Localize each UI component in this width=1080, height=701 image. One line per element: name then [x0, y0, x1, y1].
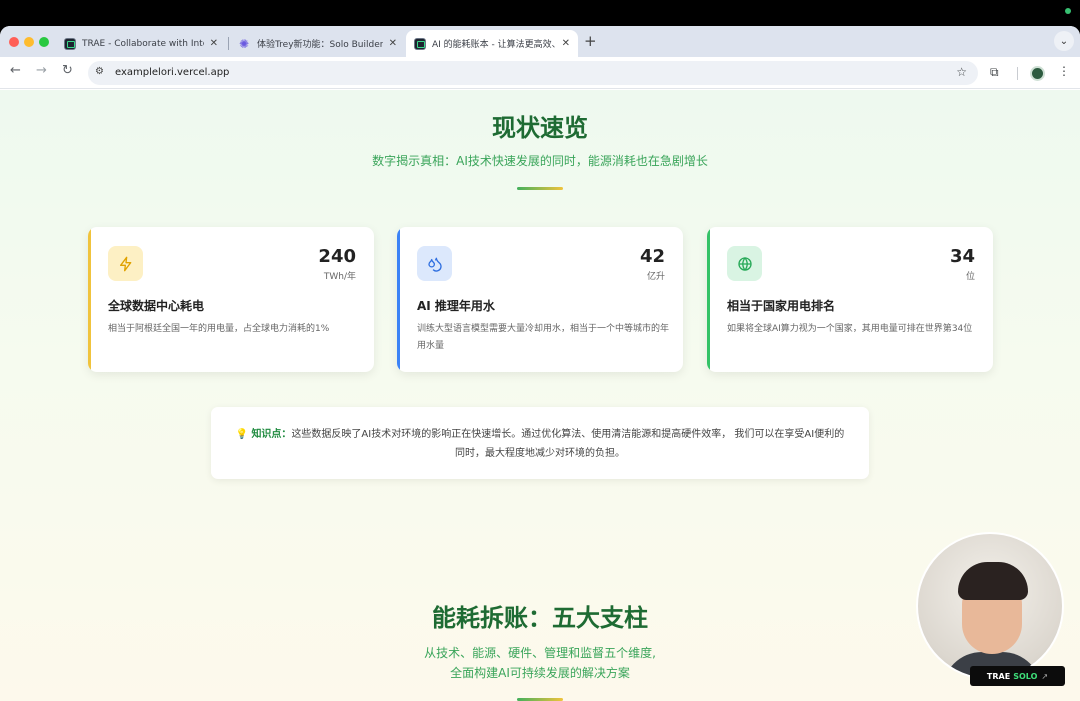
stat-card-power: 240 TWh/年 全球数据中心耗电 相当于阿根廷全国一年的用电量，占全球电力消… — [88, 227, 374, 372]
stat-description: 相当于阿根廷全国一年的用电量，占全球电力消耗的1% — [108, 324, 330, 334]
badge-solo: SOLO — [1013, 671, 1038, 681]
address-bar[interactable]: ⚙ examplelori.vercel.app ☆ — [88, 61, 978, 85]
extensions-icon[interactable]: ⧉ — [990, 65, 999, 80]
stat-title: AI 推理年用水 — [417, 299, 495, 313]
tab-strip: TRAE - Collaborate with Intelli ✕ ✺ 体验Tr… — [0, 26, 1080, 57]
toolbar-divider — [1017, 67, 1018, 80]
lightbulb-icon: 💡 — [235, 429, 249, 440]
card-accent-bar — [707, 227, 710, 372]
presenter-hair — [958, 562, 1028, 600]
tab-title: 体验Trey新功能：Solo Builder — [257, 40, 383, 50]
knowledge-text: 这些数据反映了AI技术对环境的影响正在快速增长。通过优化算法、使用清洁能源和提高… — [291, 429, 845, 459]
stat-value: 42 — [639, 246, 665, 267]
badge-brand: TRAE — [986, 671, 1011, 681]
water-drops-icon — [417, 246, 452, 281]
close-icon[interactable]: ✕ — [383, 38, 397, 49]
site-settings-icon[interactable]: ⚙ — [95, 66, 104, 77]
stat-description: 如果将全球AI算力视为一个国家，其用电量可排在世界第34位 — [727, 324, 973, 334]
tab-solo-builder[interactable]: ✺ 体验Trey新功能：Solo Builder ✕ — [231, 30, 405, 57]
knowledge-label: 知识点： — [251, 429, 292, 440]
close-window-button[interactable] — [9, 37, 19, 47]
tab-divider — [228, 37, 229, 50]
card-accent-bar — [88, 227, 91, 372]
reload-icon[interactable]: ↻ — [62, 63, 73, 78]
screen-top-bar — [0, 0, 1080, 26]
trae-favicon-icon — [414, 37, 426, 50]
more-menu-icon[interactable]: ⋮ — [1058, 64, 1070, 78]
minimize-window-button[interactable] — [24, 37, 34, 47]
section-subtitle: 全面构建AI可持续发展的解决方案 — [450, 666, 630, 680]
tab-title: TRAE - Collaborate with Intelli — [82, 38, 204, 49]
stat-description: 训练大型语言模型需要大量冷却用水，相当于一个中等城市的年用水量 — [417, 324, 670, 351]
webcam-overlay — [916, 532, 1064, 680]
tab-title: AI 的能耗账本 - 让算法更高效、 — [432, 40, 556, 50]
card-accent-bar — [397, 227, 400, 372]
tab-ai-energy[interactable]: AI 的能耗账本 - 让算法更高效、 ✕ — [406, 30, 578, 57]
gear-icon: ✺ — [239, 36, 250, 51]
new-tab-button[interactable]: + — [584, 32, 597, 50]
close-icon[interactable]: ✕ — [204, 38, 218, 49]
stat-title: 全球数据中心耗电 — [108, 299, 205, 313]
stat-unit: 位 — [965, 272, 975, 282]
maximize-window-button[interactable] — [39, 37, 49, 47]
knowledge-callout: 💡 知识点：这些数据反映了AI技术对环境的影响正在快速增长。通过优化算法、使用清… — [211, 407, 869, 479]
back-arrow-icon[interactable]: ← — [10, 63, 21, 78]
accent-divider — [517, 187, 563, 190]
external-link-icon: ↗ — [1041, 671, 1049, 681]
stat-card-ranking: 34 位 相当于国家用电排名 如果将全球AI算力视为一个国家，其用电量可排在世界… — [707, 227, 993, 372]
stat-value: 240 — [318, 246, 356, 267]
section-subtitle: 从技术、能源、硬件、管理和监督五个维度, — [424, 646, 656, 660]
bookmark-star-icon[interactable]: ☆ — [956, 65, 967, 79]
stat-card-water: 42 亿升 AI 推理年用水 训练大型语言模型需要大量冷却用水，相当于一个中等城… — [397, 227, 683, 372]
browser-toolbar: ← → ↻ ⚙ examplelori.vercel.app ☆ ⧉ ⋮ — [0, 57, 1080, 89]
stat-unit: 亿升 — [646, 272, 665, 282]
close-icon[interactable]: ✕ — [556, 38, 570, 49]
profile-avatar[interactable] — [1030, 66, 1045, 81]
lightning-icon — [108, 246, 143, 281]
trae-favicon-icon — [64, 37, 76, 50]
forward-arrow-icon[interactable]: → — [36, 63, 47, 78]
stat-title: 相当于国家用电排名 — [727, 299, 836, 313]
tab-search-button[interactable]: ⌄ — [1054, 31, 1074, 51]
stat-unit: TWh/年 — [323, 272, 356, 282]
tab-trae[interactable]: TRAE - Collaborate with Intelli ✕ — [56, 30, 226, 57]
stat-value: 34 — [949, 246, 975, 267]
url-text[interactable]: examplelori.vercel.app — [115, 67, 229, 78]
recording-indicator — [1065, 8, 1071, 14]
trae-solo-badge[interactable]: TRAE SOLO ↗ — [970, 666, 1065, 686]
section-subtitle: 数字揭示真相：AI技术快速发展的同时，能源消耗也在急剧增长 — [372, 154, 708, 168]
section-title: 现状速览 — [492, 114, 588, 142]
globe-icon — [727, 246, 762, 281]
